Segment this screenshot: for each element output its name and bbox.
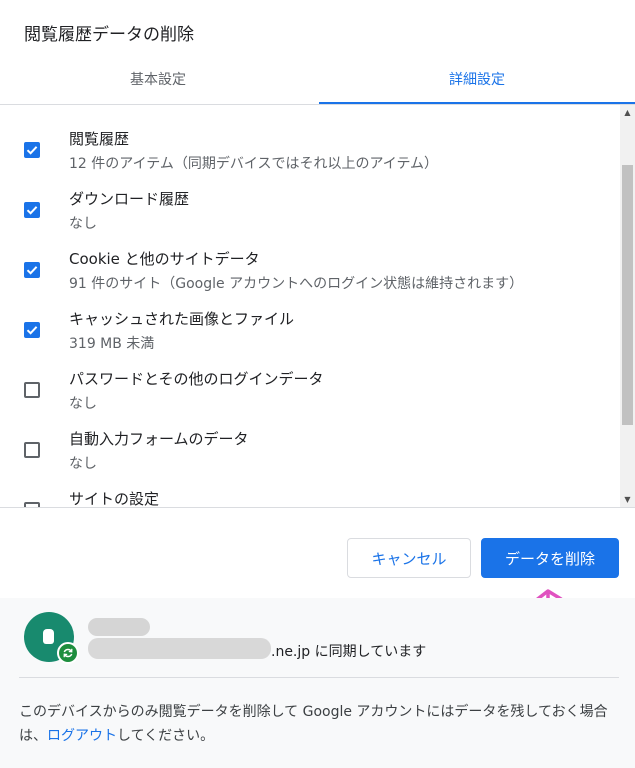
item-label: キャッシュされた画像とファイル bbox=[69, 310, 295, 328]
check-icon bbox=[26, 146, 38, 155]
list-item-cookies[interactable]: Cookie と他のサイトデータ 91 件のサイト（Google アカウントへの… bbox=[0, 225, 620, 292]
tab-basic[interactable]: 基本設定 bbox=[0, 56, 316, 102]
checkbox-cached-images[interactable] bbox=[24, 322, 40, 338]
check-icon bbox=[26, 206, 38, 215]
scroll-down-arrow-icon[interactable]: ▼ bbox=[620, 492, 635, 507]
tab-bar: 基本設定 詳細設定 bbox=[0, 56, 635, 105]
list-item-autofill[interactable]: 自動入力フォームのデータ なし bbox=[0, 405, 620, 472]
delete-data-button[interactable]: データを削除 bbox=[481, 538, 619, 578]
sync-arrows bbox=[63, 648, 73, 658]
item-label: サイトの設定 bbox=[69, 490, 160, 507]
list-item-browsing-history[interactable]: 閲覧履歴 12 件のアイテム（同期デバイスではそれ以上のアイテム） bbox=[0, 105, 620, 172]
item-label: 自動入力フォームのデータ bbox=[69, 430, 249, 448]
dialog-title: 閲覧履歴データの削除 bbox=[24, 25, 194, 45]
item-label: パスワードとその他のログインデータ bbox=[69, 370, 324, 388]
cancel-button[interactable]: キャンセル bbox=[347, 538, 471, 578]
footer-divider bbox=[19, 677, 619, 678]
checkbox-passwords[interactable] bbox=[24, 382, 40, 398]
checkbox-cookies[interactable] bbox=[24, 262, 40, 278]
list-item-cached-images[interactable]: キャッシュされた画像とファイル 319 MB 未満 bbox=[0, 285, 620, 352]
sync-icon bbox=[57, 642, 79, 664]
scroll-up-arrow-icon[interactable]: ▲ bbox=[620, 105, 635, 120]
list-item-site-settings[interactable]: サイトの設定 bbox=[0, 465, 620, 507]
item-label: Cookie と他のサイトデータ bbox=[69, 250, 260, 268]
list-scrollbar[interactable]: ▲ ▼ bbox=[620, 105, 635, 507]
checkbox-autofill[interactable] bbox=[24, 442, 40, 458]
redacted-account-name bbox=[88, 618, 150, 636]
avatar-glyph bbox=[43, 629, 54, 644]
footer-note-suffix: してください。 bbox=[117, 728, 215, 744]
tab-advanced[interactable]: 詳細設定 bbox=[319, 56, 635, 104]
clear-browsing-data-dialog: 閲覧履歴データの削除 基本設定 詳細設定 閲覧履歴 12 件のアイテム（同期デバ… bbox=[0, 0, 635, 768]
check-icon bbox=[26, 326, 38, 335]
list-item-download-history[interactable]: ダウンロード履歴 なし bbox=[0, 165, 620, 232]
redacted-account-email bbox=[88, 638, 271, 659]
scrollbar-thumb[interactable] bbox=[622, 165, 633, 425]
data-type-list: 閲覧履歴 12 件のアイテム（同期デバイスではそれ以上のアイテム） ダウンロード… bbox=[0, 105, 620, 507]
footer-note: このデバイスからのみ閲覧データを削除して Google アカウントにはデータを残… bbox=[19, 700, 619, 748]
actions-divider bbox=[0, 507, 635, 508]
item-label: 閲覧履歴 bbox=[69, 130, 130, 148]
checkbox-download-history[interactable] bbox=[24, 202, 40, 218]
account-sync-footer: .ne.jp に同期しています このデバイスからのみ閲覧データを削除して Goo… bbox=[0, 598, 635, 768]
list-item-passwords[interactable]: パスワードとその他のログインデータ なし bbox=[0, 345, 620, 412]
item-label: ダウンロード履歴 bbox=[69, 190, 190, 208]
check-icon bbox=[26, 266, 38, 275]
sync-status-text: .ne.jp に同期しています bbox=[271, 644, 427, 660]
checkbox-browsing-history[interactable] bbox=[24, 142, 40, 158]
sign-out-link[interactable]: ログアウト bbox=[47, 728, 117, 744]
